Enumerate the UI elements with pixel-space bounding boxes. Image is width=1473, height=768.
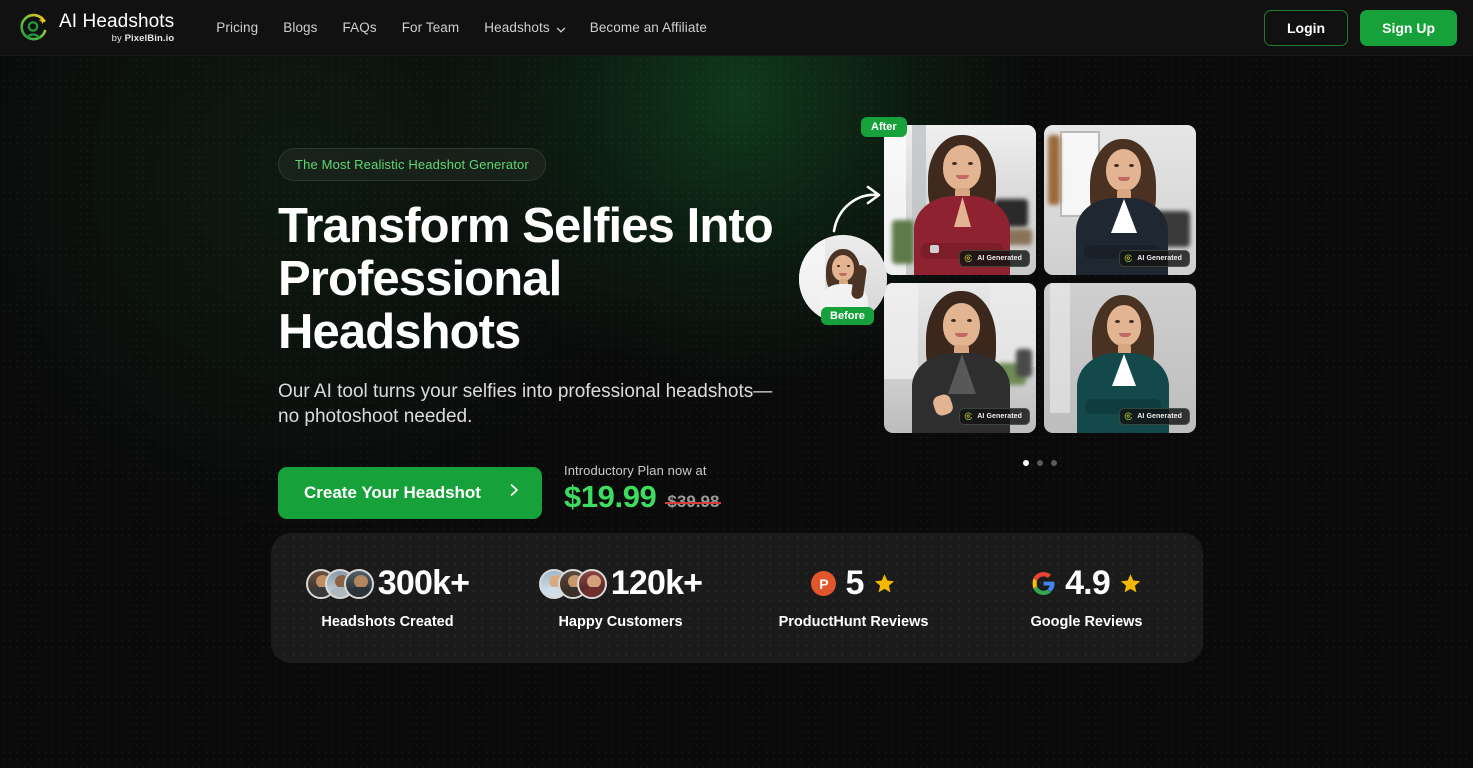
price-current: $19.99 bbox=[563, 478, 657, 514]
google-icon bbox=[1032, 572, 1055, 596]
ai-generated-label: AI Generated bbox=[1137, 255, 1182, 262]
producthunt-icon: P bbox=[811, 571, 837, 597]
stats-bar: 300k+ Headshots Created 120k+ Happy Cust… bbox=[271, 533, 1203, 663]
headshot-grid: AI Generated AI Generated AI Generated A… bbox=[884, 125, 1196, 433]
stat-label: Happy Customers bbox=[558, 614, 683, 631]
ai-generated-badge: AI Generated bbox=[959, 408, 1030, 425]
chevron-right-icon bbox=[509, 483, 520, 502]
nav-item-for-team[interactable]: For Team bbox=[402, 20, 460, 35]
ai-generated-badge: AI Generated bbox=[1119, 250, 1190, 267]
create-headshot-button[interactable]: Create Your Headshot bbox=[278, 466, 542, 519]
headshot-card[interactable]: AI Generated bbox=[884, 283, 1036, 433]
carousel-dot-2[interactable] bbox=[1037, 460, 1043, 466]
create-headshot-label: Create Your Headshot bbox=[304, 482, 481, 502]
headshot-card[interactable]: AI Generated bbox=[1044, 283, 1196, 433]
stat-value: 120k+ bbox=[610, 564, 703, 603]
pixelbin-logo-icon bbox=[1124, 254, 1133, 263]
hero-subheading: Our AI tool turns your selfies into prof… bbox=[278, 380, 773, 427]
pricing-info: Introductory Plan now at $19.99 $39.98 bbox=[563, 462, 722, 519]
after-tag: After bbox=[861, 117, 907, 137]
stat-producthunt-reviews: P 5 ProductHunt Reviews bbox=[737, 564, 970, 632]
before-thumbnail: Before bbox=[799, 235, 887, 325]
nav-links: Pricing Blogs FAQs For Team Headshots Be… bbox=[216, 20, 707, 35]
carousel-dot-1[interactable] bbox=[1023, 460, 1029, 466]
hero-gallery: After Before AI Generated AI Generated A… bbox=[799, 117, 1196, 466]
page-root: AI Headshots by PixelBin.io Pricing Blog… bbox=[0, 0, 1473, 768]
pixelbin-logo-icon bbox=[18, 12, 50, 44]
stat-value-row: P 5 bbox=[811, 564, 895, 603]
price-original: $39.98 bbox=[665, 491, 722, 511]
avatar bbox=[343, 568, 374, 599]
nav-item-headshots-label: Headshots bbox=[484, 20, 550, 35]
nav-item-pricing[interactable]: Pricing bbox=[216, 20, 258, 35]
login-button[interactable]: Login bbox=[1264, 9, 1349, 46]
price-label: Introductory Plan now at bbox=[563, 462, 707, 478]
signup-button[interactable]: Sign Up bbox=[1360, 9, 1457, 46]
chevron-down-icon bbox=[556, 23, 565, 33]
stat-google-reviews: 4.9 Google Reviews bbox=[970, 564, 1203, 632]
stat-label: Headshots Created bbox=[321, 614, 454, 631]
stat-value-row: 4.9 bbox=[1031, 564, 1142, 603]
carousel-dots bbox=[884, 460, 1196, 466]
stat-value-row: 300k+ bbox=[305, 564, 470, 603]
stat-value: 5 bbox=[845, 564, 864, 603]
price-row: $19.99 $39.98 bbox=[563, 478, 722, 515]
star-icon bbox=[874, 574, 894, 593]
ai-generated-badge: AI Generated bbox=[1119, 408, 1190, 425]
before-tag: Before bbox=[821, 307, 874, 325]
ai-generated-label: AI Generated bbox=[977, 255, 1022, 262]
hero-tagline-pill: The Most Realistic Headshot Generator bbox=[278, 148, 546, 181]
top-navigation-bar: AI Headshots by PixelBin.io Pricing Blog… bbox=[0, 0, 1473, 56]
pixelbin-logo-icon bbox=[964, 254, 973, 263]
stat-value: 300k+ bbox=[377, 564, 470, 603]
stat-label: Google Reviews bbox=[1030, 614, 1143, 631]
ai-generated-badge: AI Generated bbox=[959, 250, 1030, 267]
headshot-card[interactable]: AI Generated bbox=[884, 125, 1036, 275]
avatar-stack-icon bbox=[305, 568, 374, 599]
brand-logo[interactable]: AI Headshots by PixelBin.io bbox=[18, 12, 174, 44]
stat-label: ProductHunt Reviews bbox=[778, 614, 929, 631]
brand-subtitle: by PixelBin.io bbox=[111, 32, 175, 44]
stat-value-row: 120k+ bbox=[538, 564, 703, 603]
stat-happy-customers: 120k+ Happy Customers bbox=[504, 564, 737, 632]
nav-item-headshots[interactable]: Headshots bbox=[484, 20, 565, 35]
headshot-card[interactable]: AI Generated bbox=[1044, 125, 1196, 275]
stat-value: 4.9 bbox=[1065, 564, 1111, 603]
carousel-dot-3[interactable] bbox=[1051, 460, 1057, 466]
hero-content: The Most Realistic Headshot Generator Tr… bbox=[278, 148, 798, 519]
avatar-stack-icon bbox=[538, 568, 607, 599]
nav-item-become-an-affiliate[interactable]: Become an Affiliate bbox=[590, 20, 707, 35]
brand-text: AI Headshots by PixelBin.io bbox=[59, 12, 174, 44]
avatar bbox=[576, 568, 607, 599]
star-icon bbox=[1120, 574, 1141, 593]
brand-title: AI Headshots bbox=[59, 10, 175, 32]
ai-generated-label: AI Generated bbox=[977, 413, 1022, 420]
ai-generated-label: AI Generated bbox=[1137, 413, 1182, 420]
nav-item-faqs[interactable]: FAQs bbox=[343, 20, 377, 35]
stat-headshots-created: 300k+ Headshots Created bbox=[271, 564, 504, 632]
pixelbin-logo-icon bbox=[1124, 412, 1133, 421]
hero-cta-row: Create Your Headshot Introductory Plan n… bbox=[278, 463, 798, 519]
page-title: Transform Selfies Into Professional Head… bbox=[278, 199, 774, 359]
nav-actions: Login Sign Up bbox=[1264, 9, 1457, 46]
pixelbin-logo-icon bbox=[964, 412, 973, 421]
nav-item-blogs[interactable]: Blogs bbox=[283, 20, 317, 35]
